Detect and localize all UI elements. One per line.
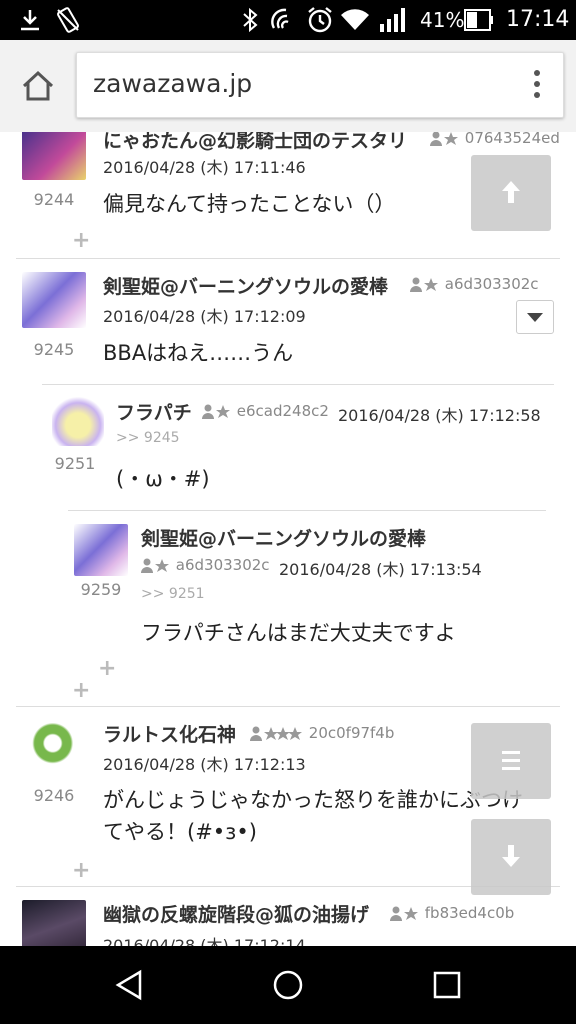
author-name[interactable]: 剣聖姫@バーニングソウルの愛棒 [103, 272, 388, 299]
comment-number[interactable]: 9259 [66, 580, 136, 599]
avatar[interactable] [74, 524, 128, 576]
status-bar: 41% 17:14 [0, 0, 576, 40]
scroll-top-button[interactable] [471, 155, 551, 231]
comment-text: 偏見なんて持ったことない（） [103, 192, 396, 216]
overflow-menu-icon[interactable] [533, 69, 541, 99]
user-star-icon [410, 277, 438, 292]
author-name[interactable]: にゃおたん@幻影騎士団のテスタリ [103, 132, 407, 153]
user-star-icon [202, 404, 230, 419]
comment-number[interactable]: 9245 [19, 340, 89, 359]
timestamp: 2016/04/28 (木) 17:12:13 [103, 755, 306, 774]
address-bar[interactable]: zawazawa.jp [76, 52, 564, 118]
user-id-text: e6cad248c2 [236, 402, 329, 420]
battery-icon [464, 9, 493, 31]
author-name[interactable]: フラパチ [116, 398, 192, 425]
add-reply-button[interactable]: + [98, 656, 116, 681]
comment-number[interactable]: 9246 [19, 786, 89, 805]
author-name[interactable]: ラルトス化石神 [103, 720, 236, 747]
comment-text: BBAはねえ……うん [103, 341, 294, 365]
add-reply-button[interactable]: + [72, 858, 90, 883]
add-reply-button[interactable]: + [72, 228, 90, 253]
comment-text: (・ω・#) [116, 467, 210, 491]
user-id-text: fb83ed4c0b [424, 904, 515, 922]
avatar[interactable] [22, 718, 86, 774]
divider [68, 510, 546, 511]
user-id: fb83ed4c0b [390, 904, 514, 922]
timestamp: 2016/04/28 (木) 17:13:54 [279, 560, 482, 579]
browser-toolbar: zawazawa.jp [0, 40, 576, 132]
comment-text-line2: てやる！(#•ɜ•) [103, 820, 257, 844]
scroll-bottom-button[interactable] [471, 819, 551, 895]
comment-number[interactable]: 9251 [40, 454, 110, 473]
user-id: 20c0f97f4b [250, 724, 394, 742]
clock: 17:14 [506, 7, 570, 32]
user-star-icon [390, 906, 418, 921]
divider [16, 258, 560, 259]
user-stars-icon [250, 726, 302, 741]
reply-link[interactable]: >> 9251 [141, 586, 205, 602]
timestamp: 2016/04/28 (木) 17:12:09 [103, 307, 306, 326]
user-id-text: a6d303302c [444, 275, 539, 293]
timestamp: 2016/04/28 (木) 17:11:46 [103, 158, 306, 177]
back-icon[interactable] [112, 968, 146, 1002]
reply-link[interactable]: >> 9245 [116, 430, 180, 446]
battery-percent: 41% [420, 8, 465, 32]
divider [42, 384, 554, 385]
comment-number[interactable]: 9244 [19, 190, 89, 209]
avatar[interactable] [22, 900, 86, 946]
home-icon[interactable] [18, 66, 58, 106]
user-id: e6cad248c2 [202, 402, 329, 420]
avatar[interactable] [22, 132, 86, 180]
timestamp: 2016/04/28 (木) 17:12:58 [338, 406, 541, 425]
collapse-button[interactable] [516, 300, 554, 334]
user-id-text: 07643524ed [464, 132, 560, 147]
user-id-text: a6d303302c [175, 556, 270, 574]
timestamp: 2016/04/28 (木) 17:12:14 [103, 936, 306, 946]
user-id-text: 20c0f97f4b [308, 724, 395, 742]
navigation-bar [0, 946, 576, 1024]
author-name[interactable]: 幽獄の反螺旋階段@狐の油揚げ [103, 900, 369, 927]
menu-button[interactable] [471, 723, 551, 799]
triangle-down-icon [527, 313, 543, 322]
home-circle-icon[interactable] [271, 968, 305, 1002]
avatar[interactable] [22, 272, 86, 328]
arrow-down-icon [502, 845, 520, 867]
download-icon [21, 10, 39, 31]
user-star-icon [430, 132, 458, 146]
url-text[interactable]: zawazawa.jp [93, 69, 252, 98]
avatar[interactable] [52, 394, 104, 446]
divider [16, 706, 560, 707]
user-id: a6d303302c [141, 556, 270, 574]
nfc-icon [271, 8, 289, 29]
alarm-icon [308, 7, 332, 33]
bluetooth-icon [243, 7, 258, 33]
wifi-icon [341, 9, 369, 31]
comment-text: フラパチさんはまだ大丈夫ですよ [141, 621, 456, 645]
user-id: 07643524ed [430, 132, 560, 147]
signal-icon [380, 8, 405, 32]
add-reply-button[interactable]: + [72, 678, 90, 703]
comment-text: がんじょうじゃなかった怒りを誰かにぶつけ [103, 788, 523, 812]
no-sim-icon [57, 7, 79, 33]
user-star-icon [141, 558, 169, 573]
hamburger-icon [502, 751, 520, 770]
arrow-up-icon [502, 181, 520, 203]
author-name[interactable]: 剣聖姫@バーニングソウルの愛棒 [141, 524, 426, 551]
user-id: a6d303302c [410, 275, 539, 293]
recents-icon[interactable] [432, 970, 462, 1000]
